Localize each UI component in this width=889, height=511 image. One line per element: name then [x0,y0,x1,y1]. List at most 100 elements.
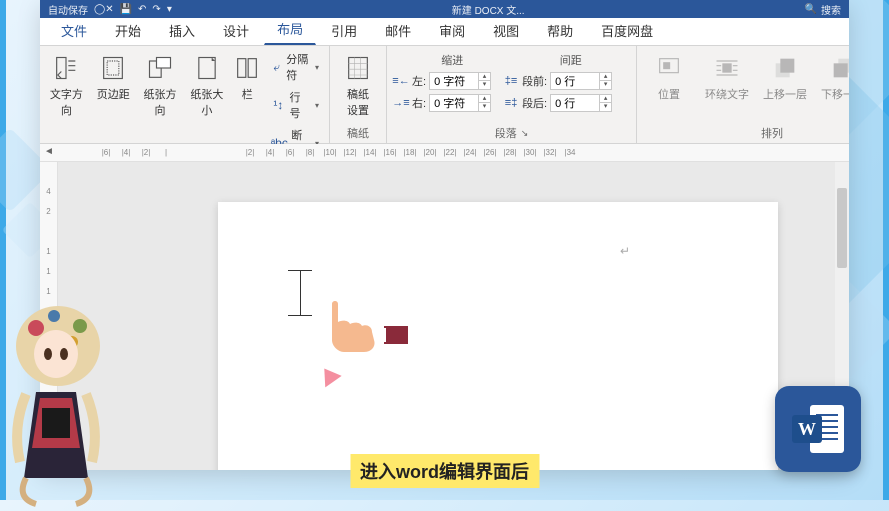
indent-left-input[interactable] [430,75,478,87]
workspace: 42111 [40,162,849,470]
group-manuscript: 稿纸 设置 稿纸 [330,46,387,143]
line-numbers-icon: ¹↕ [271,97,285,113]
orientation-button[interactable]: 纸张方向 [140,50,181,120]
indent-right-input[interactable] [430,97,478,109]
document-area[interactable] [58,162,849,470]
columns-button[interactable]: 栏 [233,50,261,104]
spacing-after-stepper[interactable]: ▴▾ [550,94,612,112]
breaks-icon: ⤶ [271,59,282,75]
qat-more-icon[interactable]: ▾ [167,4,172,15]
indent-header: 缩进 [393,52,512,68]
indent-left-label: 左: [412,73,426,89]
indent-left-icon: ≡← [393,73,409,89]
tab-mailings[interactable]: 邮件 [372,14,424,45]
spacing-before-stepper[interactable]: ▴▾ [550,72,612,90]
orientation-label: 纸张方向 [140,86,181,118]
position-label: 位置 [658,86,680,102]
indent-right-stepper[interactable]: ▴▾ [429,94,491,112]
columns-label: 栏 [242,86,253,102]
bring-forward-label: 上移一层 [763,86,807,102]
spacing-after-icon: ≡‡ [503,95,519,111]
text-direction-button[interactable]: 文字方向 [46,50,87,120]
line-numbers-label: 行号 [289,89,309,121]
ribbon-tabs: 文件 开始 插入 设计 布局 引用 邮件 审阅 视图 帮助 百度网盘 [40,18,849,46]
autosave-switch-icon[interactable]: ◯✕ [94,4,114,15]
tab-insert[interactable]: 插入 [156,14,208,45]
send-backward-label: 下移一层 [821,86,849,102]
tab-layout[interactable]: 布局 [264,12,316,45]
word-app-window: 自动保存 ◯✕ 💾 ↶ ↷ ▾ 新建 DOCX 文... 🔍 搜索 文件 开始 … [40,0,849,470]
undo-icon[interactable]: ↶ [138,4,146,15]
tab-review[interactable]: 审阅 [426,14,478,45]
manuscript-icon [344,54,372,82]
autosave-toggle[interactable]: 自动保存 [48,2,88,17]
send-backward-icon [829,54,849,82]
spin-down[interactable]: ▾ [478,81,490,89]
wrap-text-label: 环绕文字 [705,86,749,102]
subtitle-caption: 进入word编辑界面后 [350,454,539,488]
margins-icon [99,54,127,82]
paragraph-launcher[interactable]: ↘ [521,128,529,139]
horizontal-ruler[interactable]: ◄ |6||4||2|| |2||4||6||8||10||12||14||16… [40,144,849,162]
margins-button[interactable]: 页边距 [93,50,134,104]
indent-left-stepper[interactable]: ▴▾ [429,72,491,90]
position-icon [655,54,683,82]
group-paragraph-label: 段落 [495,125,517,141]
chevron-down-icon: ▾ [315,63,319,72]
paragraph-mark-icon: ↵ [620,244,630,258]
breaks-button[interactable]: ⤶分隔符 ▾ [267,50,323,84]
position-button[interactable]: 位置 [643,50,695,104]
spin-down[interactable]: ▾ [478,103,490,111]
size-icon [193,54,221,82]
group-manuscript-label: 稿纸 [347,125,369,141]
orientation-icon [146,54,174,82]
page[interactable] [218,202,778,470]
character-avatar [0,298,116,508]
ribbon: 文字方向 页边距 纸张方向 纸张大小 栏 [40,46,849,144]
breaks-label: 分隔符 [286,51,309,83]
group-arrange-label: 排列 [761,125,783,141]
size-label: 纸张大小 [186,86,227,118]
tab-references[interactable]: 引用 [318,14,370,45]
tab-home[interactable]: 开始 [102,14,154,45]
spacing-after-label: 段后: [522,95,547,111]
spacing-before-input[interactable] [551,75,599,87]
text-cursor [300,270,301,316]
send-backward-button[interactable]: 下移一层 [817,50,849,104]
tab-design[interactable]: 设计 [210,14,262,45]
search-input[interactable]: 搜索 [821,2,841,17]
ruler-left-icon: ◄ [44,146,54,157]
wrap-text-button[interactable]: 环绕文字 [701,50,753,104]
document-name: 新建 DOCX 文... [452,2,525,17]
bring-forward-button[interactable]: 上移一层 [759,50,811,104]
size-button[interactable]: 纸张大小 [186,50,227,120]
spin-up[interactable]: ▴ [478,73,490,81]
columns-icon [233,54,261,82]
group-page-setup: 文字方向 页边距 纸张方向 纸张大小 栏 [40,46,330,143]
tab-baidu[interactable]: 百度网盘 [588,14,666,45]
svg-text:W: W [798,419,816,439]
spacing-before-label: 段前: [522,73,547,89]
indent-right-icon: →≡ [393,95,409,111]
margins-label: 页边距 [97,86,130,102]
tab-file[interactable]: 文件 [48,14,100,45]
line-numbers-button[interactable]: ¹↕行号▾ [267,88,323,122]
spacing-after-input[interactable] [551,97,599,109]
spin-up[interactable]: ▴ [599,95,611,103]
tab-help[interactable]: 帮助 [534,14,586,45]
spin-up[interactable]: ▴ [478,95,490,103]
text-direction-label: 文字方向 [46,86,87,118]
spin-down[interactable]: ▾ [599,103,611,111]
spacing-header: 间距 [512,52,631,68]
manuscript-settings-button[interactable]: 稿纸 设置 [336,50,380,120]
spin-up[interactable]: ▴ [599,73,611,81]
manuscript-settings-label: 稿纸 设置 [347,86,369,118]
bring-forward-icon [771,54,799,82]
save-icon[interactable]: 💾 [120,4,132,15]
scrollbar-thumb[interactable] [837,188,847,268]
indent-right-label: 右: [412,95,426,111]
redo-icon[interactable]: ↷ [152,4,160,15]
spin-down[interactable]: ▾ [599,81,611,89]
tab-view[interactable]: 视图 [480,14,532,45]
search-icon: 🔍 [805,4,817,15]
